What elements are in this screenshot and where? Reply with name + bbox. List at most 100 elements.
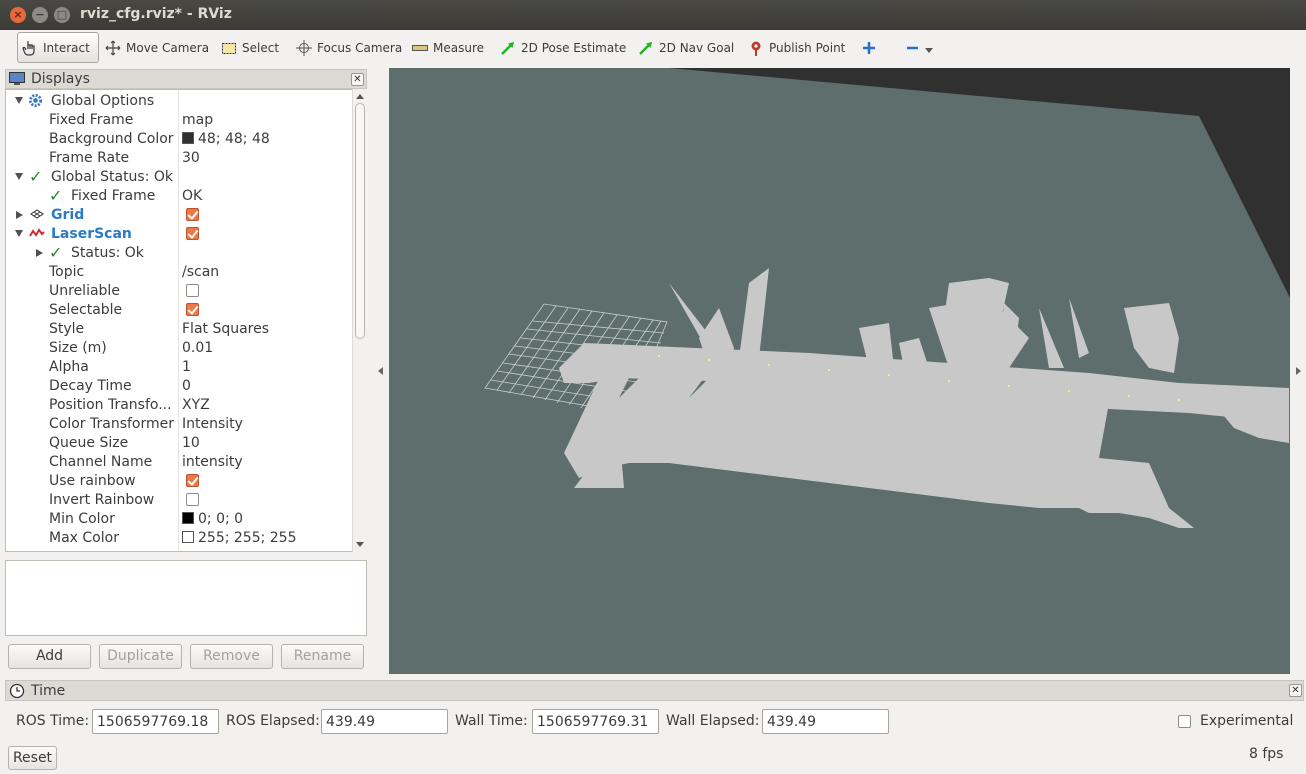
- invert-rainbow-checkbox[interactable]: [186, 493, 199, 506]
- row-value-text: 255; 255; 255: [198, 530, 297, 546]
- minus-icon: [904, 40, 920, 56]
- expand-arrow-icon[interactable]: [36, 249, 43, 257]
- tree-row-fixed-frame-status[interactable]: ✓ Fixed Frame OK: [6, 186, 358, 206]
- reset-button[interactable]: Reset: [8, 746, 57, 770]
- collapse-left-icon[interactable]: [378, 367, 383, 375]
- tree-row-fixed-frame[interactable]: Fixed Frame map: [6, 111, 358, 130]
- row-value[interactable]: Flat Squares: [182, 321, 269, 337]
- expand-arrow-icon[interactable]: [15, 97, 23, 104]
- add-tool-button[interactable]: [857, 32, 881, 63]
- measure-label: Measure: [433, 40, 484, 55]
- wall-elapsed-field[interactable]: [762, 709, 889, 734]
- tree-row-global-options[interactable]: Global Options: [6, 92, 358, 111]
- map-pin-icon: [748, 40, 764, 56]
- tree-row-selectable[interactable]: Selectable: [6, 301, 358, 320]
- tree-row-min-color[interactable]: Min Color 0; 0; 0: [6, 510, 358, 529]
- row-label: Queue Size: [49, 435, 129, 451]
- expand-arrow-icon[interactable]: [15, 230, 23, 237]
- tree-row-color-transformer[interactable]: Color Transformer Intensity: [6, 415, 358, 434]
- checkmark-icon: ✓: [29, 167, 43, 186]
- ros-elapsed-field[interactable]: [321, 709, 448, 734]
- unreliable-checkbox[interactable]: [186, 284, 199, 297]
- color-swatch: [182, 512, 194, 524]
- collapse-right-icon[interactable]: [1296, 367, 1301, 375]
- measure-tool-button[interactable]: Measure: [408, 32, 488, 63]
- row-value[interactable]: 1: [182, 359, 191, 375]
- row-value-text: 0; 0; 0: [198, 511, 244, 527]
- tree-row-style[interactable]: Style Flat Squares: [6, 320, 358, 339]
- displays-scrollbar[interactable]: [352, 89, 367, 552]
- green-arrow-icon: [500, 40, 516, 56]
- experimental-checkbox[interactable]: [1178, 715, 1191, 728]
- tree-row-channel-name[interactable]: Channel Name intensity: [6, 453, 358, 472]
- tree-row-grid[interactable]: Grid: [6, 206, 358, 225]
- row-value[interactable]: 0: [182, 378, 191, 394]
- tree-row-laserscan[interactable]: LaserScan: [6, 225, 358, 244]
- laserscan-enabled-checkbox[interactable]: [186, 227, 199, 240]
- select-tool-button[interactable]: Select: [217, 32, 283, 63]
- tree-row-global-status[interactable]: ✓ Global Status: Ok: [6, 167, 358, 187]
- tree-row-size[interactable]: Size (m) 0.01: [6, 339, 358, 358]
- scene-canvas: [389, 68, 1290, 674]
- move-camera-tool-button[interactable]: Move Camera: [101, 32, 213, 63]
- row-label: Fixed Frame: [71, 188, 156, 204]
- tree-row-decay-time[interactable]: Decay Time 0: [6, 377, 358, 396]
- row-value[interactable]: 10: [182, 435, 200, 451]
- row-value[interactable]: 48; 48; 48: [182, 131, 270, 147]
- duplicate-display-button[interactable]: Duplicate: [99, 644, 182, 669]
- green-arrow-icon: [638, 40, 654, 56]
- ros-time-field[interactable]: [92, 709, 219, 734]
- row-value[interactable]: 0; 0; 0: [182, 511, 243, 527]
- tree-row-unreliable[interactable]: Unreliable: [6, 282, 358, 301]
- rename-display-button[interactable]: Rename: [281, 644, 364, 669]
- tree-row-alpha[interactable]: Alpha 1: [6, 358, 358, 377]
- row-value-text: 48; 48; 48: [198, 131, 270, 147]
- row-value[interactable]: map: [182, 112, 213, 128]
- tree-row-background-color[interactable]: Background Color 48; 48; 48: [6, 130, 358, 149]
- laser-scan-icon: [29, 226, 45, 244]
- wall-time-field[interactable]: [532, 709, 659, 734]
- monitor-icon: [9, 72, 25, 86]
- window-close-button[interactable]: ×: [10, 7, 26, 23]
- row-label: Channel Name: [49, 454, 153, 470]
- selectable-checkbox[interactable]: [186, 303, 199, 316]
- tree-row-use-rainbow[interactable]: Use rainbow: [6, 472, 358, 491]
- tree-row-max-color[interactable]: Max Color 255; 255; 255: [6, 529, 358, 548]
- window-maximize-button[interactable]: □: [54, 7, 70, 23]
- render-3d-view[interactable]: [389, 68, 1290, 674]
- row-value[interactable]: 30: [182, 150, 200, 166]
- remove-tool-menu-button[interactable]: [900, 32, 937, 63]
- grid-enabled-checkbox[interactable]: [186, 208, 199, 221]
- publish-point-tool-button[interactable]: Publish Point: [744, 32, 849, 63]
- tree-row-status[interactable]: ✓ Status: Ok: [6, 243, 358, 263]
- remove-display-button[interactable]: Remove: [190, 644, 273, 669]
- focus-camera-tool-button[interactable]: Focus Camera: [292, 32, 406, 63]
- scroll-thumb[interactable]: [355, 103, 365, 339]
- tree-row-position-transformer[interactable]: Position Transfo... XYZ: [6, 396, 358, 415]
- row-value[interactable]: Intensity: [182, 416, 243, 432]
- row-value[interactable]: intensity: [182, 454, 243, 470]
- window-minimize-button[interactable]: −: [32, 7, 48, 23]
- scroll-up-icon[interactable]: [356, 94, 364, 99]
- row-label: Color Transformer: [49, 416, 175, 432]
- scroll-down-icon[interactable]: [356, 542, 364, 547]
- tree-row-invert-rainbow[interactable]: Invert Rainbow: [6, 491, 358, 510]
- row-label: LaserScan: [51, 226, 132, 242]
- interact-tool-button[interactable]: Interact: [17, 32, 99, 63]
- row-value[interactable]: 255; 255; 255: [182, 530, 297, 546]
- tree-row-topic[interactable]: Topic /scan: [6, 263, 358, 282]
- row-value[interactable]: XYZ: [182, 397, 210, 413]
- row-label: Style: [49, 321, 85, 337]
- nav-goal-tool-button[interactable]: 2D Nav Goal: [634, 32, 738, 63]
- add-display-button[interactable]: Add: [8, 644, 91, 669]
- tree-row-frame-rate[interactable]: Frame Rate 30: [6, 149, 358, 168]
- expand-arrow-icon[interactable]: [15, 173, 23, 180]
- row-value[interactable]: 0.01: [182, 340, 213, 356]
- row-value[interactable]: /scan: [182, 264, 219, 280]
- expand-arrow-icon[interactable]: [16, 211, 23, 219]
- tree-row-queue-size[interactable]: Queue Size 10: [6, 434, 358, 453]
- pose-estimate-tool-button[interactable]: 2D Pose Estimate: [496, 32, 630, 63]
- time-close-icon[interactable]: ✕: [1289, 684, 1302, 697]
- use-rainbow-checkbox[interactable]: [186, 474, 199, 487]
- displays-close-icon[interactable]: ✕: [351, 73, 364, 86]
